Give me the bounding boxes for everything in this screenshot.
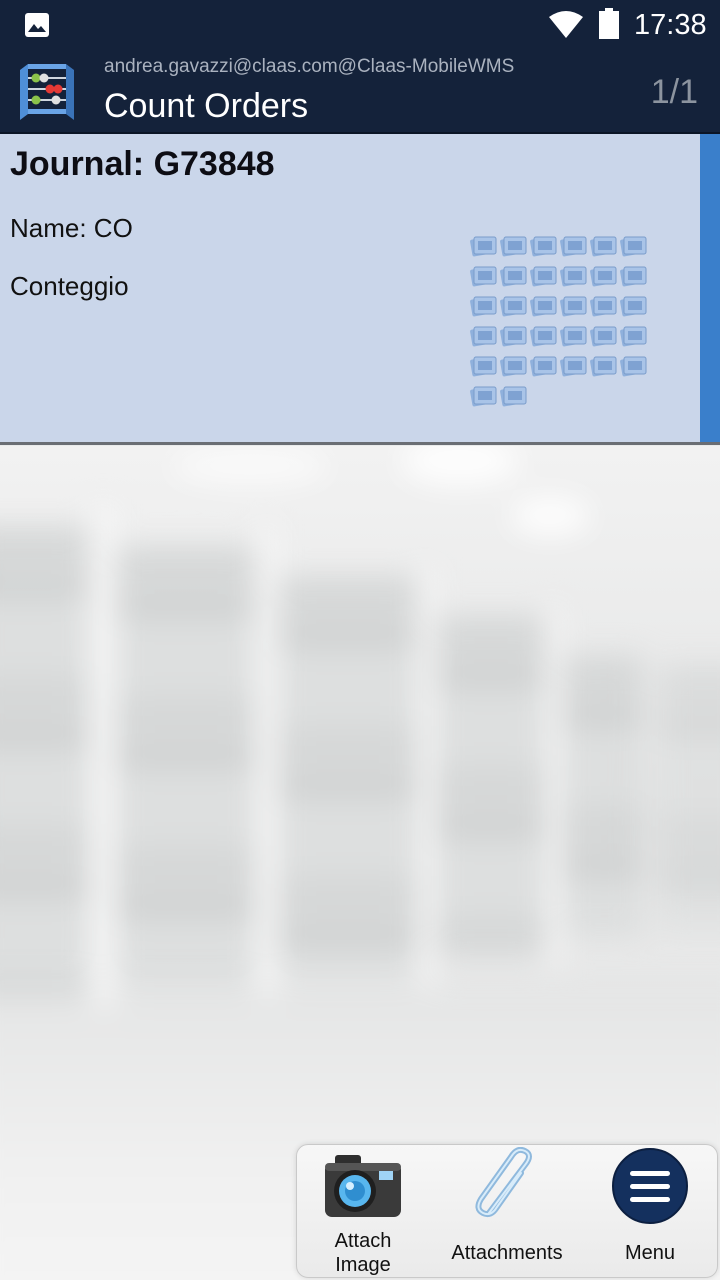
wifi-icon <box>549 11 583 38</box>
attach-image-label: Attach Image <box>334 1230 392 1276</box>
menu-button[interactable]: Menu <box>587 1145 713 1277</box>
photo-stack-icon <box>470 235 647 408</box>
app-header: andrea.gavazzi@claas.com@Claas-MobileWMS… <box>0 50 720 134</box>
action-bar: Attach Image Attachments Menu <box>296 1144 718 1278</box>
attach-image-button[interactable]: Attach Image <box>297 1145 429 1277</box>
image-icon <box>25 13 49 37</box>
page-title: Count Orders <box>104 87 309 125</box>
attachments-label: Attachments <box>451 1242 563 1264</box>
page-counter: 1/1 <box>650 73 698 111</box>
battery-icon <box>599 8 619 39</box>
status-time: 17:38 <box>634 9 707 41</box>
journal-card[interactable]: Journal: G73848 Name: CO Conteggio <box>0 134 720 445</box>
paperclip-icon <box>475 1147 532 1218</box>
hamburger-menu-icon <box>612 1148 688 1224</box>
status-bar: 17:38 <box>0 0 720 50</box>
journal-description: Conteggio <box>10 271 129 301</box>
user-account: andrea.gavazzi@claas.com@Claas-MobileWMS <box>104 56 515 77</box>
selection-accent-bar <box>700 134 720 442</box>
app-screen: 17:38 andrea.gavazzi@claas.com@Claas-Mob… <box>0 0 720 1280</box>
camera-icon <box>325 1155 401 1217</box>
journal-name: Name: CO <box>10 213 133 243</box>
menu-label: Menu <box>624 1242 676 1264</box>
attachments-button[interactable]: Attachments <box>437 1145 577 1277</box>
abacus-icon[interactable] <box>14 56 80 122</box>
journal-id: Journal: G73848 <box>10 145 275 183</box>
